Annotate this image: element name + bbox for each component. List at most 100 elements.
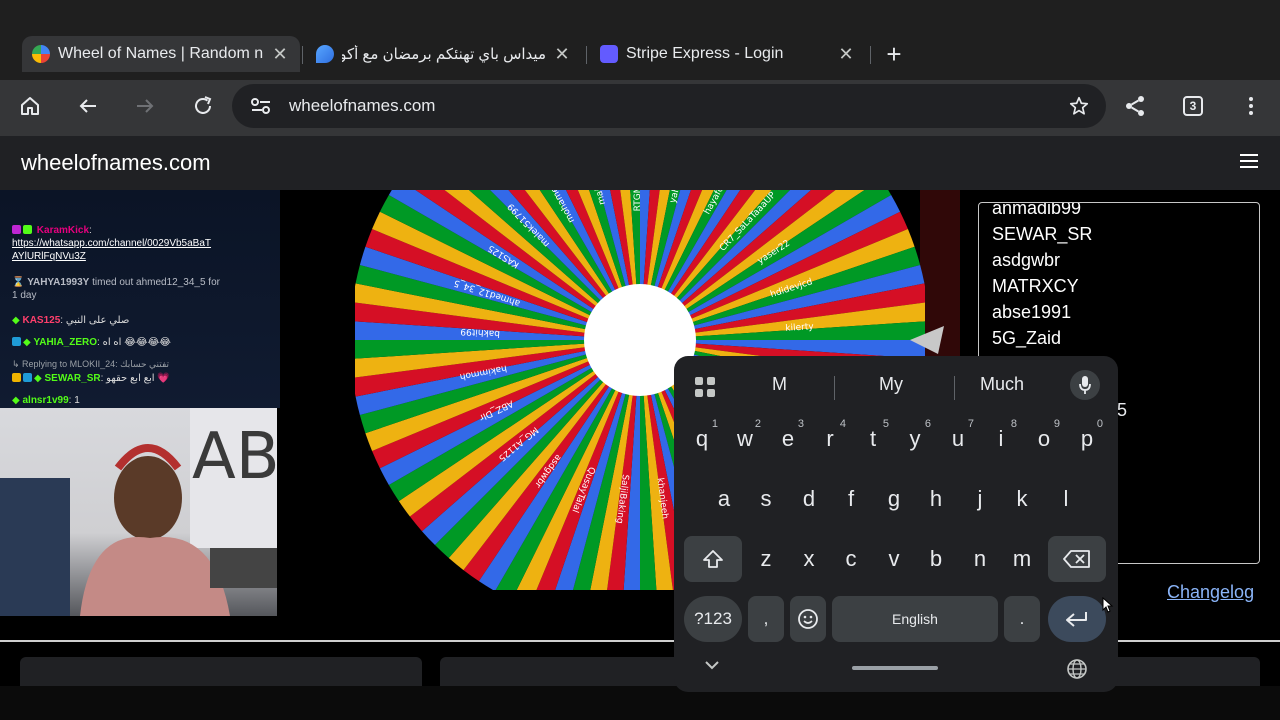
key-a[interactable]: a xyxy=(706,476,742,522)
more-menu-icon[interactable] xyxy=(1235,90,1267,122)
new-tab-button[interactable]: + xyxy=(880,39,908,69)
key-s[interactable]: s xyxy=(748,476,784,522)
wheel-favicon-icon xyxy=(32,45,50,63)
shift-icon xyxy=(703,550,723,568)
reload-icon[interactable] xyxy=(187,90,219,122)
stripe-favicon-icon xyxy=(600,45,618,63)
chat-message: ⌛ YAHYA1993Y timed out ahmed12_34_5 for … xyxy=(12,277,220,301)
backspace-key[interactable] xyxy=(1048,536,1106,582)
shift-key[interactable] xyxy=(684,536,742,582)
keyboard-apps-icon[interactable] xyxy=(694,376,716,403)
wheel-segment-label: RTGMuhamad xyxy=(633,190,643,211)
forward-icon[interactable] xyxy=(129,90,161,122)
close-tab-icon[interactable]: ✕ xyxy=(270,44,290,64)
key-v[interactable]: v xyxy=(876,536,912,582)
entry-item: abse1991 xyxy=(992,302,1072,322)
suggestion-2[interactable]: My xyxy=(879,374,903,395)
enter-icon xyxy=(1066,612,1087,627)
space-bar[interactable]: English xyxy=(832,596,998,642)
backspace-icon xyxy=(1063,550,1090,568)
key-o[interactable]: o9 xyxy=(1026,416,1062,462)
key-p[interactable]: p0 xyxy=(1069,416,1105,462)
suggestion-divider xyxy=(834,376,835,400)
tab-midas-pay[interactable]: ميداس باي تهنئكم برمضان مع أكواد ✕ xyxy=(306,36,582,72)
close-tab-icon[interactable]: ✕ xyxy=(836,44,856,64)
suggestion-divider xyxy=(954,376,955,400)
key-q[interactable]: q1 xyxy=(684,416,720,462)
emoji-icon xyxy=(798,609,818,629)
chat-message: KaramKick: https://whatsapp.com/channel/… xyxy=(12,225,212,262)
emoji-key[interactable] xyxy=(790,596,826,642)
chat-message: ◆ YAHIA_ZERO: اه اه 😂😂😂😂 xyxy=(12,336,171,349)
tab-separator xyxy=(586,46,587,64)
key-x[interactable]: x xyxy=(791,536,827,582)
key-j[interactable]: j xyxy=(962,476,998,522)
key-h[interactable]: h xyxy=(918,476,954,522)
chat-message: ◆ alnsr1v99: 1 xyxy=(12,395,80,406)
microphone-icon[interactable] xyxy=(1070,370,1100,400)
suggestion-1[interactable]: M xyxy=(772,374,787,395)
chat-badge-icon xyxy=(23,225,32,234)
faq-card[interactable] xyxy=(20,657,422,687)
language-globe-icon[interactable] xyxy=(1066,658,1088,685)
stream-chat-overlay: KaramKick: https://whatsapp.com/channel/… xyxy=(0,190,280,408)
bookmark-star-icon[interactable] xyxy=(1068,95,1090,122)
tab-title: ميداس باي تهنئكم برمضان مع أكواد xyxy=(342,46,546,63)
key-c[interactable]: c xyxy=(833,536,869,582)
comma-key[interactable]: , xyxy=(748,596,784,642)
enter-key[interactable] xyxy=(1048,596,1106,642)
changelog-link[interactable]: Changelog xyxy=(1167,582,1254,603)
site-title[interactable]: wheelofnames.com xyxy=(21,150,211,176)
key-u[interactable]: u7 xyxy=(940,416,976,462)
key-k[interactable]: k xyxy=(1004,476,1040,522)
tab-title: Wheel of Names | Random n xyxy=(58,45,264,62)
tab-title: Stripe Express - Login xyxy=(626,45,784,62)
key-r[interactable]: r4 xyxy=(812,416,848,462)
wheel-segment-label: kilerty xyxy=(785,322,815,334)
share-icon[interactable] xyxy=(1119,90,1151,122)
key-e[interactable]: e3 xyxy=(770,416,806,462)
hamburger-menu-icon[interactable] xyxy=(1240,154,1258,168)
keyboard-drag-handle[interactable] xyxy=(852,666,938,670)
tab-wheel-of-names[interactable]: Wheel of Names | Random n ✕ xyxy=(22,36,300,72)
key-i[interactable]: i8 xyxy=(983,416,1019,462)
wheel-pointer-icon xyxy=(910,326,944,354)
home-icon[interactable] xyxy=(14,90,46,122)
on-screen-keyboard: M My Much q1 w2 e3 r4 t5 y6 u7 i8 o9 p0 … xyxy=(674,356,1118,692)
numbers-key[interactable]: ?123 xyxy=(684,596,742,642)
key-z[interactable]: z xyxy=(748,536,784,582)
entry-fragment: 5 xyxy=(1117,400,1128,420)
key-l[interactable]: l xyxy=(1048,476,1084,522)
entry-item: asdgwbr xyxy=(992,250,1061,270)
entry-item: SEWAR_SR xyxy=(992,224,1093,244)
url-text: wheelofnames.com xyxy=(289,96,436,115)
chat-reply-context: ↳ Replying to MLOKII_24: تفتني حسابك xyxy=(12,359,170,369)
back-icon[interactable] xyxy=(72,90,104,122)
tab-separator xyxy=(302,46,303,64)
hide-keyboard-chevron-icon[interactable] xyxy=(704,658,720,676)
site-header: wheelofnames.com xyxy=(0,136,1280,190)
close-tab-icon[interactable]: ✕ xyxy=(552,44,572,64)
key-b[interactable]: b xyxy=(918,536,954,582)
key-m[interactable]: m xyxy=(1004,536,1040,582)
mouse-cursor-icon xyxy=(1102,597,1114,613)
key-n[interactable]: n xyxy=(962,536,998,582)
midas-favicon-icon xyxy=(316,45,334,63)
tab-stripe-express[interactable]: Stripe Express - Login ✕ xyxy=(590,36,866,72)
webcam-overlay: AB xyxy=(0,408,277,616)
tab-switcher-button[interactable]: 3 xyxy=(1177,90,1209,122)
period-key[interactable]: . xyxy=(1004,596,1040,642)
key-w[interactable]: w2 xyxy=(727,416,763,462)
svg-text:AB: AB xyxy=(192,420,277,494)
key-g[interactable]: g xyxy=(876,476,912,522)
entry-item: MATRXCY xyxy=(992,276,1079,296)
chat-message: ◆ KAS125: صلي على النبي xyxy=(12,315,130,326)
key-y[interactable]: y6 xyxy=(897,416,933,462)
key-d[interactable]: d xyxy=(791,476,827,522)
key-f[interactable]: f xyxy=(833,476,869,522)
address-bar[interactable]: wheelofnames.com xyxy=(232,84,1106,128)
entry-item: 5G_Zaid xyxy=(992,328,1062,348)
site-settings-icon[interactable] xyxy=(250,96,272,121)
suggestion-3[interactable]: Much xyxy=(980,374,1024,395)
key-t[interactable]: t5 xyxy=(855,416,891,462)
